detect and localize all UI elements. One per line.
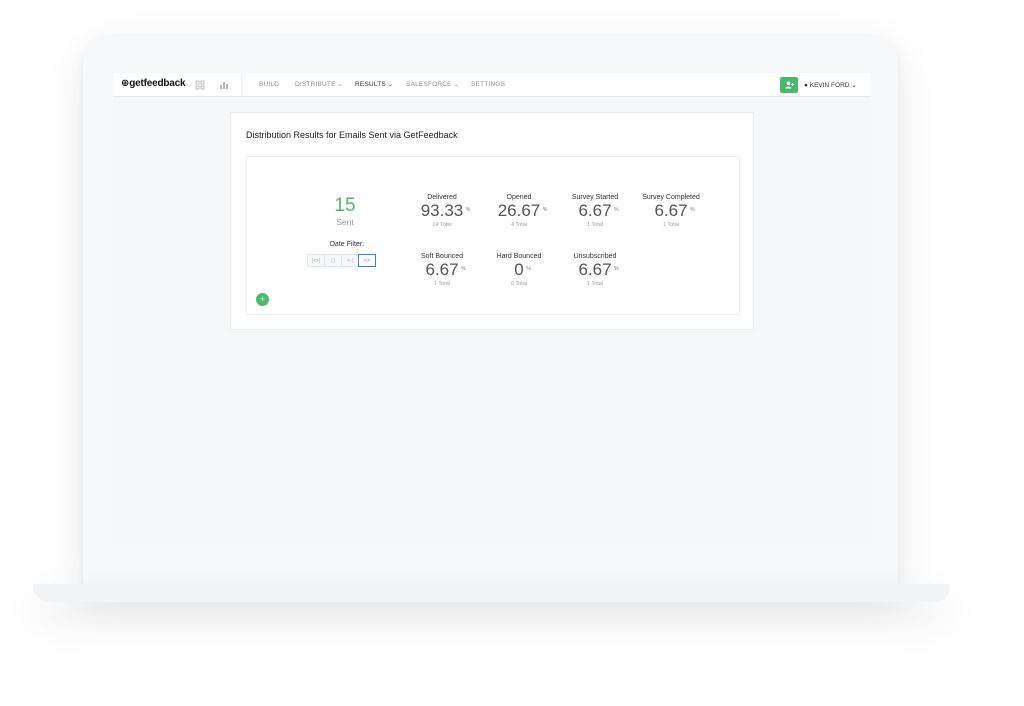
chevron-down-icon: ⌄	[387, 82, 394, 88]
stat-label: Opened	[506, 194, 532, 201]
stat-value: 6.67%	[425, 260, 465, 279]
stat-label: Unsubscribed	[573, 253, 617, 260]
date-range-end-button[interactable]: <-|	[341, 254, 359, 267]
stat-value: 93.33%	[420, 201, 471, 220]
user-icon: ●	[804, 82, 808, 89]
sent-count: 15	[334, 195, 356, 216]
nav-results[interactable]: RESULTS ⌄	[355, 81, 393, 88]
top-nav: ⊕getfeedback BUILD DISTRIBUTE ⌄ RESULTS ⌄ …	[113, 73, 871, 97]
distribution-results-card: Distribution Results for Emails Sent via…	[230, 112, 754, 330]
date-calendar-button[interactable]: ▢	[324, 254, 342, 267]
nav-settings[interactable]: SETTINGS	[471, 81, 505, 88]
stat-total: 14 Total	[432, 222, 452, 228]
date-range-custom-button[interactable]: <>	[358, 254, 376, 267]
stat-unit: %	[690, 207, 695, 213]
nav-results-label: RESULTS	[355, 81, 386, 88]
stat-number: 6.67	[578, 260, 612, 279]
user-plus-icon	[785, 81, 794, 89]
stat-total: 4 Total	[510, 222, 528, 228]
stat-unit: %	[614, 266, 619, 272]
logo-mark-icon: ⊕	[121, 78, 130, 89]
stat-unit: %	[461, 266, 466, 272]
stat-hard-bounced: Hard Bounced 0% 0 Total	[481, 253, 557, 287]
logo-text: getfeedback	[129, 78, 186, 89]
nav-distribute-label: DISTRIBUTE	[295, 81, 336, 88]
stat-number: 93.33	[420, 201, 464, 220]
sent-label: Sent	[336, 217, 354, 227]
stat-number: 6.67	[578, 201, 612, 220]
stat-total: 1 Total	[662, 222, 680, 228]
app-screen: ⊕getfeedback BUILD DISTRIBUTE ⌄ RESULTS ⌄ …	[113, 73, 871, 545]
nav-salesforce-label: SALESFORCE	[406, 81, 452, 88]
nav-build[interactable]: BUILD	[259, 81, 279, 88]
getfeedback-logo[interactable]: ⊕getfeedback	[121, 78, 186, 89]
grid-icon[interactable]	[195, 80, 205, 90]
nav-divider	[241, 73, 242, 97]
stat-unit: %	[465, 207, 471, 213]
stat-value: 6.67%	[578, 260, 618, 279]
nav-settings-label: SETTINGS	[471, 81, 506, 88]
stat-unit: %	[526, 266, 531, 272]
add-button[interactable]: +	[256, 293, 269, 306]
stat-value: 6.67%	[654, 201, 694, 220]
stat-survey-completed: Survey Completed 6.67% 1 Total	[633, 194, 709, 228]
chevron-down-icon: ⌄	[453, 82, 459, 88]
nav-distribute[interactable]: DISTRIBUTE ⌄	[295, 81, 343, 88]
stat-unit: %	[614, 207, 619, 213]
nav-salesforce[interactable]: SALESFORCE ⌄	[406, 81, 459, 88]
stat-total: 1 Total	[433, 281, 451, 287]
stat-label: Soft Bounced	[420, 253, 464, 260]
stat-survey-started: Survey Started 6.67% 1 Total	[557, 194, 633, 228]
date-range-all-button[interactable]: |<>|	[307, 254, 325, 267]
chevron-down-icon: ⌄	[851, 82, 857, 89]
user-name-label: KEVIN FORD	[809, 82, 850, 89]
stat-number: 6.67	[425, 260, 459, 279]
date-filter-label: Date Filter:	[329, 241, 365, 248]
stat-opened: Opened 26.67% 4 Total	[481, 194, 557, 228]
stat-total: 0 Total	[510, 281, 528, 287]
stat-label: Survey Completed	[642, 194, 700, 201]
results-panel: 15 Sent Date Filter: |<>| ▢ <-| <> + Del…	[246, 156, 740, 315]
date-filter: |<>| ▢ <-| <>	[307, 254, 376, 267]
bar-chart-icon[interactable]	[219, 80, 229, 90]
stat-unsubscribed: Unsubscribed 6.67% 1 Total	[557, 253, 633, 287]
stat-value: 26.67%	[497, 201, 548, 220]
stat-soft-bounced: Soft Bounced 6.67% 1 Total	[404, 253, 480, 287]
nav-build-label: BUILD	[259, 81, 280, 88]
chevron-down-icon: ⌄	[337, 82, 343, 88]
stat-value: 6.67%	[578, 201, 618, 220]
stat-delivered: Delivered 93.33% 14 Total	[404, 194, 480, 228]
stat-total: 1 Total	[586, 222, 604, 228]
stat-unit: %	[542, 207, 548, 213]
stat-number: 6.67	[654, 201, 688, 220]
add-user-button[interactable]	[780, 77, 798, 93]
stat-number: 26.67	[497, 201, 541, 220]
user-menu[interactable]: ● KEVIN FORD ⌄	[804, 81, 857, 89]
stat-value: 0%	[514, 260, 530, 279]
stat-label: Hard Bounced	[496, 253, 542, 260]
laptop-base	[33, 584, 950, 602]
stat-label: Delivered	[427, 194, 457, 201]
stat-label: Survey Started	[571, 194, 619, 201]
stat-number: 0	[514, 260, 524, 279]
stat-total: 1 Total	[586, 281, 604, 287]
card-title: Distribution Results for Emails Sent via…	[246, 130, 458, 140]
